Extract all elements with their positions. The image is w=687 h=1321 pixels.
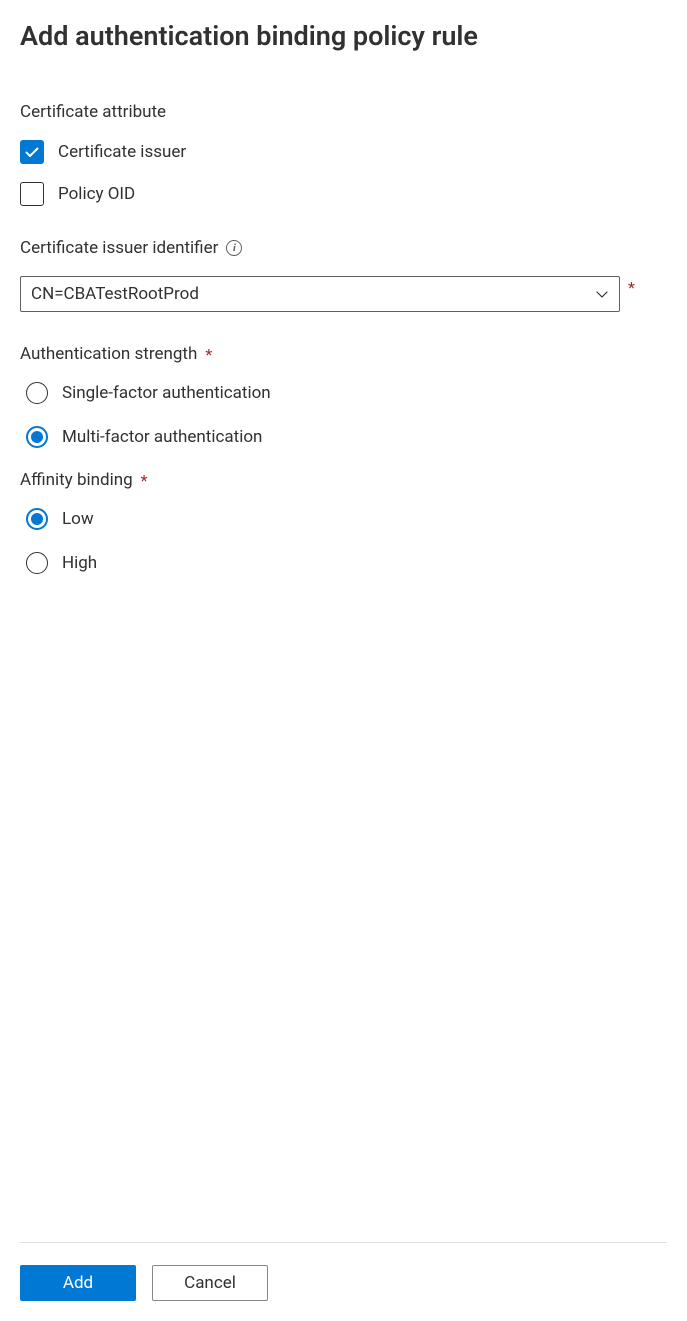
- checkbox-policy-oid-row[interactable]: Policy OID: [20, 182, 667, 206]
- issuer-id-label: Certificate issuer identifier i: [20, 238, 667, 258]
- issuer-id-label-text: Certificate issuer identifier: [20, 238, 218, 258]
- radio-high-row[interactable]: High: [20, 552, 667, 574]
- checkbox-cert-issuer-row[interactable]: Certificate issuer: [20, 140, 667, 164]
- radio-high-label: High: [62, 553, 97, 573]
- checkbox-unchecked-icon[interactable]: [20, 182, 44, 206]
- auth-strength-label: Authentication strength: [20, 344, 667, 364]
- cancel-button[interactable]: Cancel: [152, 1265, 268, 1301]
- issuer-id-value: CN=CBATestRootProd: [31, 284, 199, 304]
- required-marker: *: [628, 278, 635, 297]
- checkbox-cert-issuer-label: Certificate issuer: [58, 142, 186, 162]
- radio-unselected-icon[interactable]: [26, 552, 48, 574]
- divider: [20, 1242, 667, 1243]
- checkbox-policy-oid-label: Policy OID: [58, 184, 135, 204]
- page-title: Add authentication binding policy rule: [20, 20, 667, 52]
- radio-low-row[interactable]: Low: [20, 508, 667, 530]
- issuer-id-dropdown[interactable]: CN=CBATestRootProd: [20, 276, 620, 312]
- radio-selected-icon[interactable]: [26, 508, 48, 530]
- radio-multi-factor-row[interactable]: Multi-factor authentication: [20, 426, 667, 448]
- cert-attr-label: Certificate attribute: [20, 102, 667, 122]
- chevron-down-icon: [595, 287, 609, 301]
- affinity-label: Affinity binding: [20, 470, 667, 490]
- checkbox-checked-icon[interactable]: [20, 140, 44, 164]
- footer: Add Cancel: [20, 1242, 667, 1301]
- add-button[interactable]: Add: [20, 1265, 136, 1301]
- radio-single-factor-row[interactable]: Single-factor authentication: [20, 382, 667, 404]
- radio-single-factor-label: Single-factor authentication: [62, 383, 271, 403]
- info-icon[interactable]: i: [226, 240, 242, 256]
- radio-unselected-icon[interactable]: [26, 382, 48, 404]
- radio-low-label: Low: [62, 509, 94, 529]
- radio-selected-icon[interactable]: [26, 426, 48, 448]
- radio-multi-factor-label: Multi-factor authentication: [62, 427, 262, 447]
